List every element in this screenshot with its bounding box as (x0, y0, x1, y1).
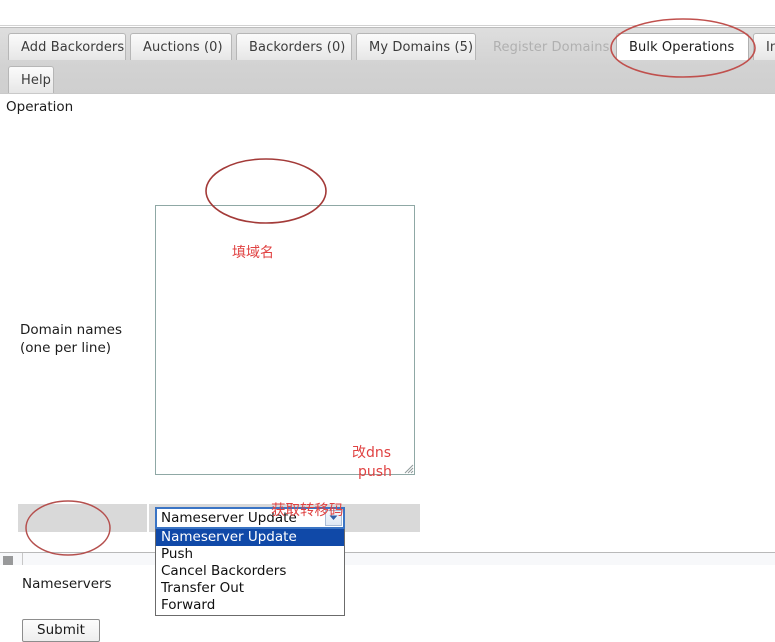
nameservers-label: Nameservers (22, 576, 112, 592)
tab-bulk-operations[interactable]: Bulk Operations (616, 33, 749, 60)
tab-label: Auctions (0) (143, 40, 223, 55)
footer-area (0, 553, 775, 565)
operation-option[interactable]: Nameserver Update (156, 529, 344, 546)
tab-help[interactable]: Help (8, 66, 54, 93)
domain-names-label-line2: (one per line) (20, 340, 111, 356)
tab-inv[interactable]: Inv (753, 33, 775, 60)
footer-cell-divider (22, 553, 23, 565)
operation-select[interactable]: Nameserver Update (155, 507, 345, 529)
operation-option[interactable]: Cancel Backorders (156, 563, 344, 580)
tab-label: Add Backorders (21, 40, 124, 55)
tab-bar: Add Backorders Auctions (0) Backorders (0)… (0, 27, 775, 93)
footer-clipped-element (3, 556, 13, 565)
tab-my-domains-5[interactable]: My Domains (5) (356, 33, 476, 60)
tab-label: Backorders (0) (249, 40, 345, 55)
tab-row-secondary: Help (0, 62, 775, 95)
operation-label-cell (18, 504, 149, 532)
operation-select-options[interactable]: Nameserver Update Push Cancel Backorders… (155, 529, 345, 616)
tab-row-primary: Add Backorders Auctions (0) Backorders (0)… (0, 29, 775, 62)
chevron-down-icon[interactable] (325, 510, 342, 526)
tab-add-backorders[interactable]: Add Backorders (8, 33, 126, 60)
operation-option[interactable]: Forward (156, 597, 344, 614)
top-divider-rule (0, 25, 775, 26)
tab-backorders-0[interactable]: Backorders (0) (236, 33, 352, 60)
domain-names-label: Domain names (one per line) (20, 321, 150, 357)
submit-button[interactable]: Submit (22, 619, 100, 642)
operation-label: Operation (6, 99, 73, 115)
tab-label: My Domains (5) (369, 40, 473, 55)
tab-label: Inv (766, 40, 775, 55)
operation-option[interactable]: Push (156, 546, 344, 563)
tab-label: Help (21, 73, 51, 88)
operation-option[interactable]: Transfer Out (156, 580, 344, 597)
domain-names-textarea[interactable] (155, 205, 415, 475)
page-content: Domain names (one per line) Operation Na… (0, 93, 775, 553)
window-top-strip (0, 0, 775, 27)
tab-auctions-0[interactable]: Auctions (0) (130, 33, 232, 60)
tab-label: Register Domains (493, 40, 609, 55)
tab-label: Bulk Operations (629, 40, 734, 55)
tab-register-domains: Register Domains (480, 33, 612, 60)
operation-select-value: Nameserver Update (161, 510, 297, 526)
domain-names-label-line1: Domain names (20, 322, 122, 338)
